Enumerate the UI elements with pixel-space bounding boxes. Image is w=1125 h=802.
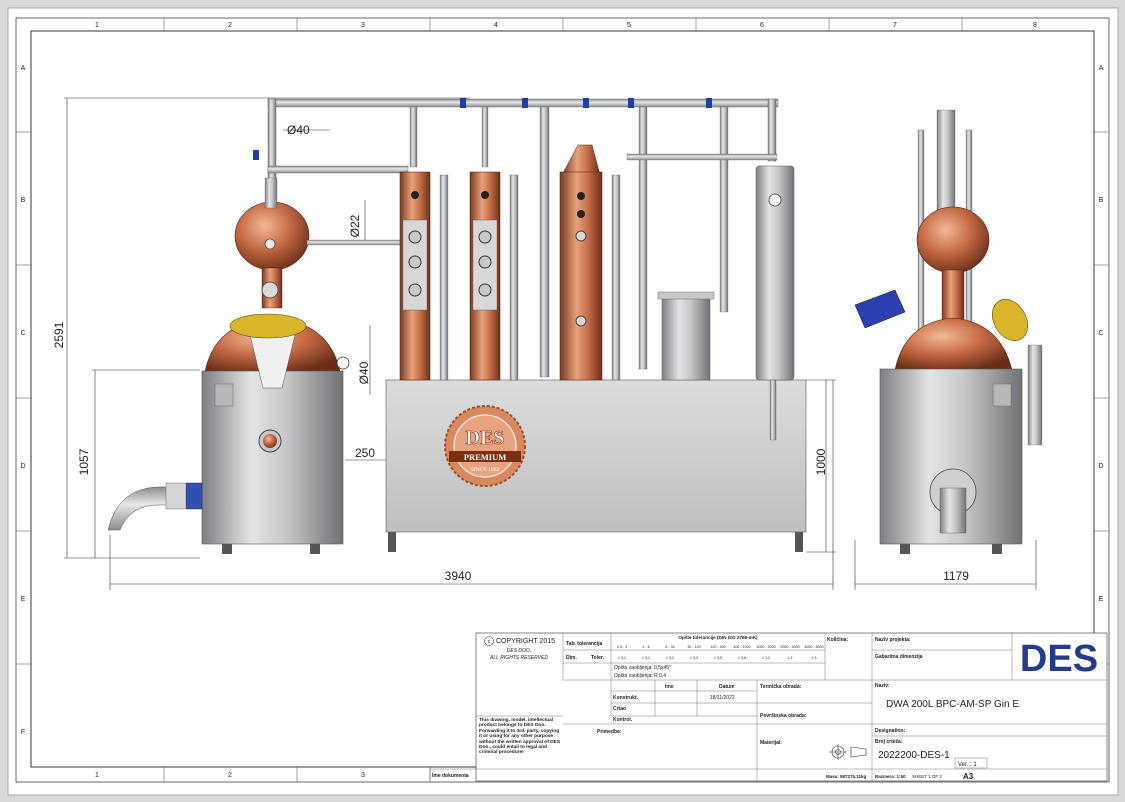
col-label-bottom-2: 2 — [228, 772, 232, 779]
logo-ribbon: PREMIUM — [464, 452, 507, 462]
tb-broj-label: Broj crteža: — [875, 739, 903, 745]
logo-brand: DES — [466, 427, 505, 449]
dim-width-side: 1179 — [943, 569, 969, 583]
tb-copyright: COPYRIGHT 2015 — [496, 638, 555, 645]
tb-naziv-label: Naziv: — [875, 683, 890, 689]
dim-pipe-side: Ø22 — [348, 214, 362, 237]
row-label-c: C — [20, 330, 25, 337]
dim-height-base: 1000 — [814, 448, 828, 475]
svg-text:± 0,3: ± 0,3 — [690, 656, 698, 660]
filter-tank — [661, 295, 711, 381]
svg-text:± 1,2: ± 1,2 — [762, 656, 770, 660]
col-label-6: 6 — [760, 22, 764, 29]
tb-naziv: DWA 200L BPC-AM-SP Gin E — [886, 699, 1019, 710]
column-3 — [559, 144, 603, 381]
svg-text:1000 - 2000: 1000 - 2000 — [756, 645, 775, 649]
svg-text:± 0,1: ± 0,1 — [642, 656, 650, 660]
tb-ime-dokumenta: Ime dokumenta — [432, 773, 469, 779]
tb-toler-label: Toler. — [591, 655, 605, 661]
tb-razmera: Razmera: 1:50 — [875, 774, 906, 779]
dim-pipe-top: Ø40 — [287, 123, 310, 137]
row-label-a-right: A — [1099, 65, 1104, 72]
svg-text:± 3: ± 3 — [812, 656, 817, 660]
col-label-4: 4 — [494, 22, 498, 29]
des-premium-logo: DES PREMIUM SINCE 1962 — [444, 405, 526, 487]
tb-kontrol: Kontrol. — [613, 717, 633, 723]
tb-fillet: Opšta zaobljenja: R 0,4 — [614, 673, 666, 679]
tb-dim-label: Dim. — [566, 655, 577, 661]
row-label-e-right: E — [1099, 596, 1104, 603]
svg-text:0,5 - 3: 0,5 - 3 — [617, 645, 627, 649]
col-label-1: 1 — [95, 22, 99, 29]
tb-chamfer: Opšta zaobljenja: 0,5x45° — [614, 665, 671, 671]
dim-height-boiler: 1057 — [77, 448, 91, 475]
svg-text:± 0,2: ± 0,2 — [666, 656, 674, 660]
col-label-5: 5 — [627, 22, 631, 29]
tb-konstrukt: Konstrukt. — [613, 695, 639, 701]
tb-tol-header: Opšte tolerancije (DIN ISO 2768-mK) — [678, 635, 758, 640]
tb-designation: Designation: — [875, 728, 906, 734]
stirrer-gear — [229, 313, 307, 339]
svg-text:4000 - 8000: 4000 - 8000 — [804, 645, 823, 649]
svg-text:± 2: ± 2 — [788, 656, 793, 660]
helmet-onion — [234, 201, 310, 271]
tb-disclaimer: This drawing, model, intellectual produc… — [479, 718, 561, 756]
row-label-a: A — [21, 65, 26, 72]
tb-termicka: Termička obrada: — [760, 684, 802, 690]
row-label-b-right: B — [1099, 197, 1104, 204]
logo-since: SINCE 1962 — [471, 467, 500, 473]
svg-text:120 - 400: 120 - 400 — [710, 645, 725, 649]
svg-text:± 0,5: ± 0,5 — [714, 656, 722, 660]
svg-text:2000 - 4000: 2000 - 4000 — [780, 645, 799, 649]
tb-format: A3 — [963, 772, 974, 781]
col-label-8: 8 — [1033, 22, 1037, 29]
tb-crtao: Crtao — [613, 706, 626, 712]
title-block: c COPYRIGHT 2015 DES DOO. ALL RIGHTS RES… — [429, 632, 1108, 782]
tb-drawing-number: 2022200-DES-1 — [878, 750, 950, 761]
col-label-bottom-3: 3 — [361, 772, 365, 779]
tb-datum: Datum — [719, 684, 735, 690]
column-1 — [399, 171, 431, 381]
col-label-bottom-1: 1 — [95, 772, 99, 779]
row-label-c-right: C — [1098, 330, 1103, 337]
tb-ver: Ver. : 1 — [958, 762, 977, 768]
svg-text:30 - 120: 30 - 120 — [687, 645, 700, 649]
tb-company: DES DOO. — [507, 648, 531, 654]
row-label-f: F — [21, 729, 25, 736]
tb-povrsinska: Površinska obrada: — [760, 713, 807, 719]
svg-text:6 - 30: 6 - 30 — [665, 645, 674, 649]
column-2 — [469, 171, 501, 381]
tb-primedba: Primedba: — [597, 729, 622, 735]
dim-pipe-lower: Ø40 — [357, 361, 371, 384]
dim-width-total: 3940 — [445, 569, 472, 583]
col-label-3: 3 — [361, 22, 365, 29]
col-label-2: 2 — [228, 22, 232, 29]
des-logo: DES — [1020, 638, 1098, 680]
svg-text:3 - 6: 3 - 6 — [642, 645, 649, 649]
svg-text:± 0,1: ± 0,1 — [618, 656, 626, 660]
tb-gabaritna: Gabaritna dimenzija — [875, 654, 923, 660]
tb-ime: Ime — [665, 684, 674, 690]
tb-tab-label: Tab. tolerancija — [566, 641, 603, 647]
dim-gap: 250 — [355, 446, 375, 460]
dim-height-total: 2591 — [52, 321, 66, 348]
tb-sheet: SHEET 1 OF 2 — [912, 774, 942, 779]
tb-rights: ALL RIGHTS RESERVED — [489, 655, 548, 661]
row-label-e: E — [21, 596, 26, 603]
side-helmet — [916, 206, 990, 274]
tb-date: 18/11/2022 — [710, 695, 735, 701]
svg-text:± 0,8: ± 0,8 — [738, 656, 746, 660]
tb-kolicina: Količina: — [827, 637, 848, 643]
row-label-d: D — [20, 463, 25, 470]
row-label-b: B — [21, 197, 26, 204]
tb-materijal: Materijal: — [760, 740, 782, 746]
drawing-sheet: 1 2 3 4 5 6 7 8 1 2 3 A B C D E F A B C … — [7, 7, 1119, 796]
row-label-d-right: D — [1098, 463, 1103, 470]
tb-naziv-projekta: Naziv projekta: — [875, 637, 911, 643]
tb-masa: Masa: 587275.11kg — [826, 774, 867, 779]
svg-text:400 - 1000: 400 - 1000 — [733, 645, 750, 649]
col-label-7: 7 — [893, 22, 897, 29]
